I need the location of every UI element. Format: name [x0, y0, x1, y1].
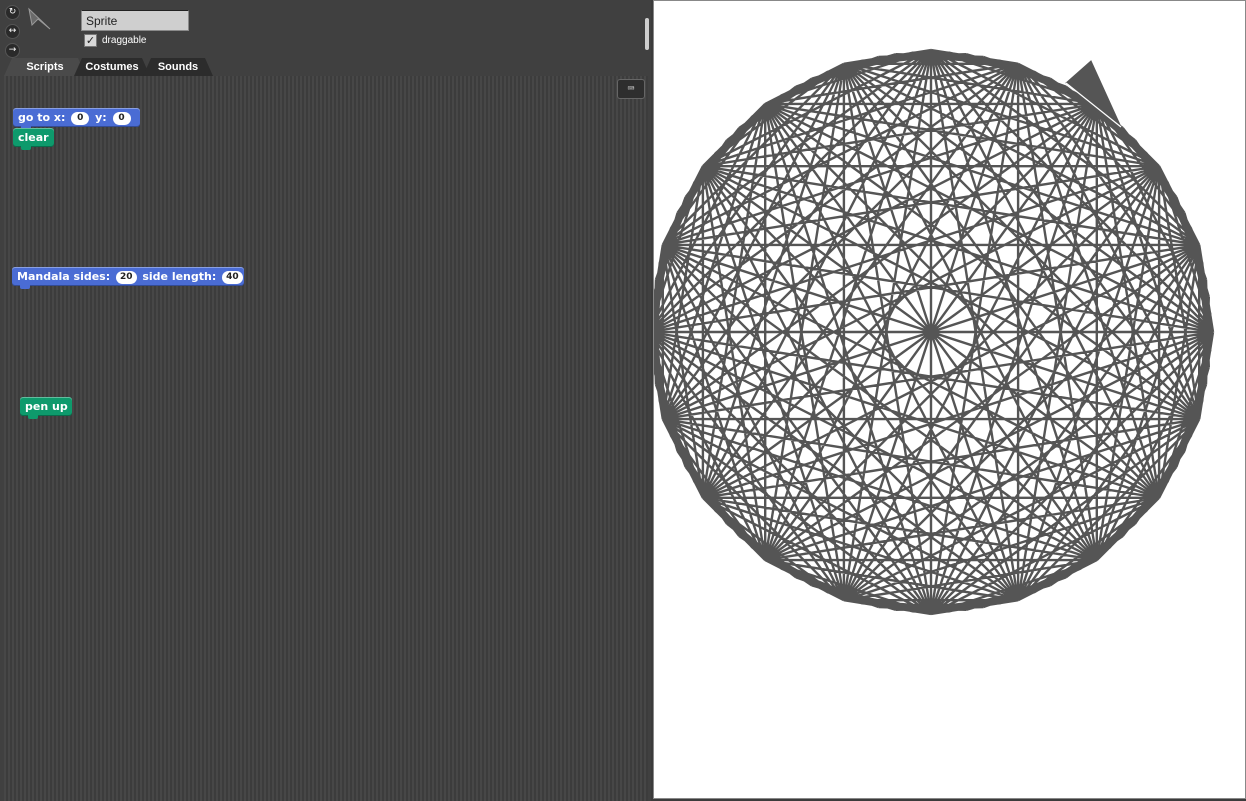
mandala-sides-label: Mandala sides:: [17, 270, 111, 283]
sprite-bar: ↻ ↔ → ✓ draggable: [0, 0, 651, 58]
sprite-costume-thumbnail-icon: [28, 7, 51, 30]
pen-up-block[interactable]: pen up: [20, 397, 72, 419]
clear-block-label: clear: [18, 131, 49, 144]
mandala-block[interactable]: Mandala sides: 20 side length: 40: [12, 267, 244, 289]
mandala-sides-input[interactable]: 20: [115, 271, 137, 284]
sprite-editor-pane: ↻ ↔ → ✓ draggable Scripts Costumes Sound…: [0, 0, 651, 801]
clear-block[interactable]: clear: [13, 128, 54, 150]
go-to-x-input[interactable]: 0: [71, 112, 90, 125]
mandala-side-length-input[interactable]: 40: [222, 271, 243, 284]
keyboard-entry-icon[interactable]: ⌨: [617, 79, 645, 99]
draggable-checkbox[interactable]: ✓: [84, 34, 97, 47]
rotate-any-direction-button[interactable]: ↻: [5, 5, 20, 20]
mandala-path: [654, 48, 1215, 616]
rotate-none-button[interactable]: →: [5, 43, 20, 58]
pen-up-block-label: pen up: [25, 400, 68, 413]
draggable-label: draggable: [102, 35, 147, 46]
tab-sounds[interactable]: Sounds: [143, 58, 213, 76]
go-to-y-input[interactable]: 0: [112, 112, 131, 125]
stage[interactable]: [653, 0, 1246, 799]
mandala-drawing: [654, 48, 1215, 616]
sprite-name-input[interactable]: [81, 10, 189, 31]
tab-costumes[interactable]: Costumes: [74, 58, 150, 76]
mandala-side-length-label: side length:: [142, 270, 217, 283]
go-to-y-label: y:: [95, 111, 107, 124]
rotate-left-right-button[interactable]: ↔: [5, 24, 20, 39]
scripts-area[interactable]: [4, 76, 648, 801]
go-to-x-label: go to x:: [18, 111, 66, 124]
tab-bar: Scripts Costumes Sounds: [0, 58, 651, 76]
pane-resize-handle[interactable]: [645, 18, 649, 50]
stage-canvas: [654, 48, 1215, 616]
go-to-xy-block[interactable]: go to x: 0 y: 0: [13, 108, 140, 130]
